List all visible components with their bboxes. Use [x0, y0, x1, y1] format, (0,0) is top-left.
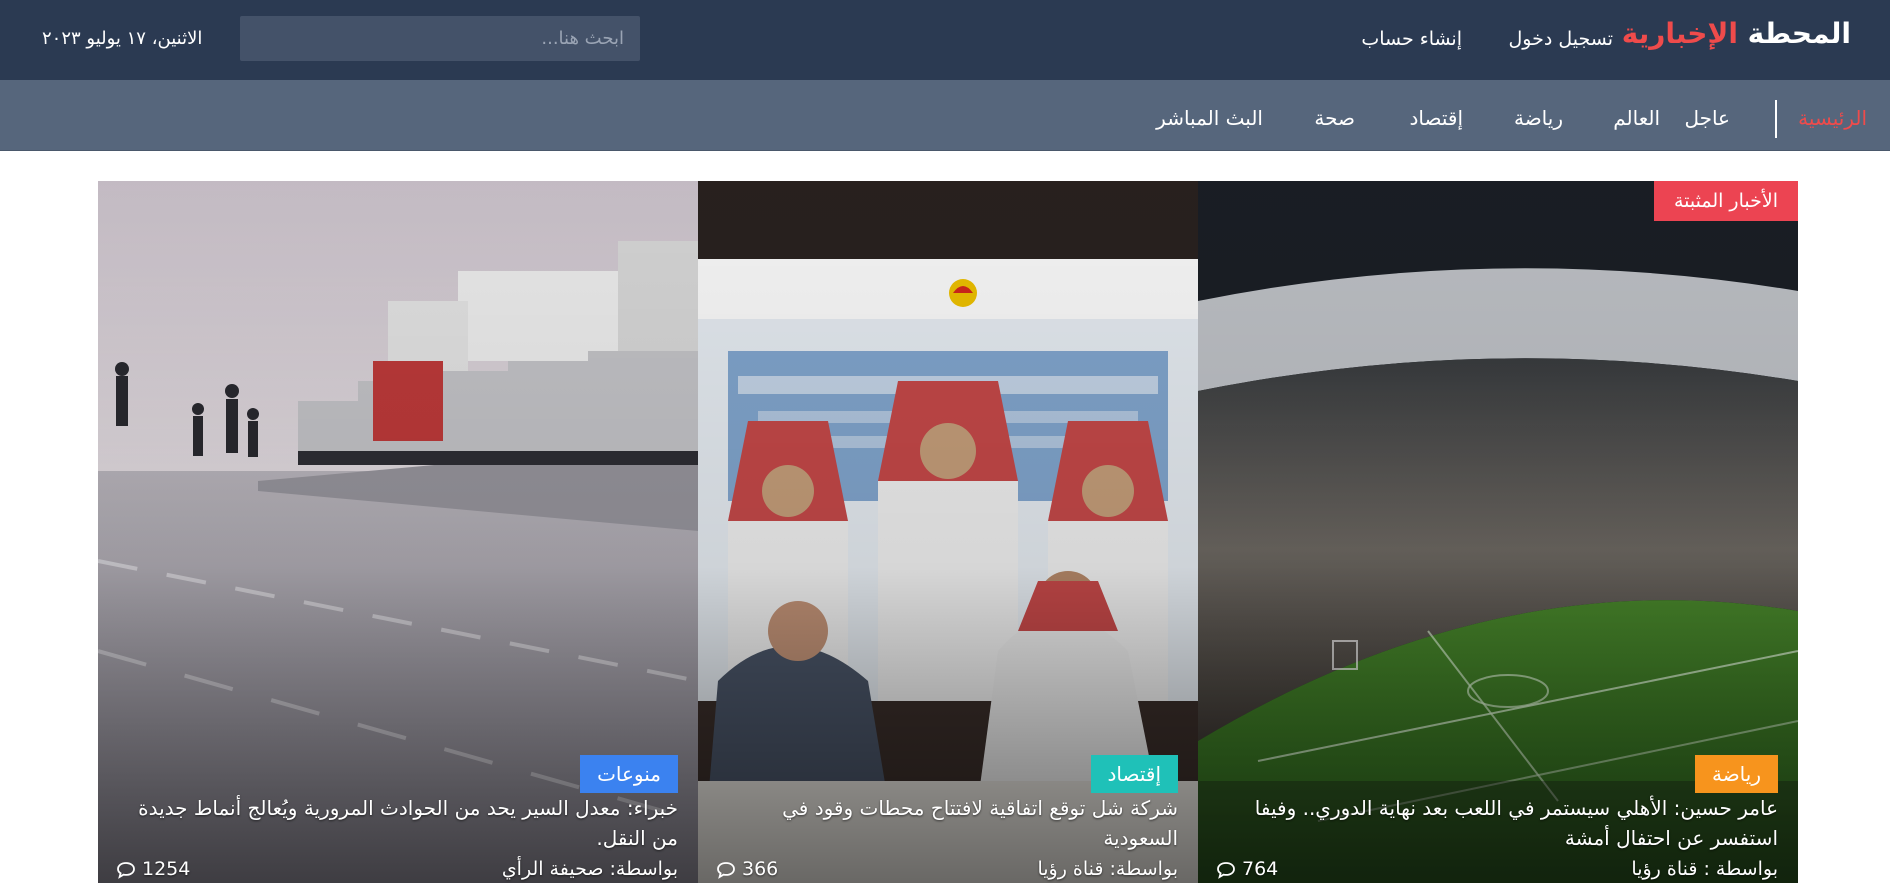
- category-badge-economy[interactable]: إقتصاد: [1090, 755, 1178, 793]
- nav-item-sports[interactable]: رياضة: [1514, 103, 1563, 133]
- news-source: بواسطة: قناة رؤيا: [1037, 858, 1178, 880]
- comment-icon: [717, 861, 735, 879]
- comment-count[interactable]: 366: [716, 854, 778, 883]
- news-card-misc[interactable]: منوعات خبراء: معدل السير يحد من الحوادث …: [98, 181, 698, 883]
- comment-icon: [117, 861, 135, 879]
- featured-news: الأخبار المثبتة رياضة عامر حسين: الأهلي …: [98, 181, 1798, 883]
- nav-item-live-stream[interactable]: البث المباشر: [1156, 103, 1263, 133]
- news-source: بواسطة : قناة رؤيا: [1631, 858, 1778, 880]
- main-nav: [0, 80, 1890, 151]
- category-badge-misc[interactable]: منوعات: [580, 755, 678, 793]
- signup-link[interactable]: إنشاء حساب: [1361, 24, 1462, 54]
- comment-count-value: 1254: [142, 858, 191, 880]
- login-link[interactable]: تسجيل دخول: [1509, 24, 1614, 54]
- news-card-sports[interactable]: الأخبار المثبتة رياضة عامر حسين: الأهلي …: [1198, 181, 1798, 883]
- news-source: بواسطة: صحيفة الرأي: [501, 858, 678, 880]
- search-box: [240, 16, 640, 61]
- site-logo[interactable]: المحطة الإخبارية: [1622, 14, 1851, 54]
- search-input[interactable]: [240, 16, 640, 61]
- nav-item-home[interactable]: الرئيسية: [1798, 103, 1867, 133]
- news-card-economy[interactable]: إقتصاد شركة شل توقع اتفاقية لافتتاح محطا…: [698, 181, 1198, 883]
- pinned-news-badge[interactable]: الأخبار المثبتة: [1653, 181, 1798, 221]
- category-badge-sports[interactable]: رياضة: [1694, 755, 1778, 793]
- nav-item-economy[interactable]: إقتصاد: [1410, 103, 1464, 133]
- comment-count-value: 764: [1242, 858, 1279, 880]
- news-title[interactable]: خبراء: معدل السير يحد من الحوادث المروري…: [118, 793, 678, 853]
- comment-count[interactable]: 764: [1216, 854, 1278, 883]
- news-title[interactable]: شركة شل توقع اتفاقية لافتتاح محطات وقود …: [738, 793, 1178, 853]
- comment-count[interactable]: 1254: [116, 854, 190, 883]
- nav-item-world[interactable]: العالم: [1613, 103, 1660, 133]
- nav-item-breaking[interactable]: عاجل: [1684, 103, 1730, 133]
- top-header: المحطة الإخبارية تسجيل دخول إنشاء حساب ا…: [0, 0, 1890, 80]
- comment-icon: [1217, 861, 1235, 879]
- logo-accent-text: الإخبارية: [1621, 17, 1738, 50]
- logo-main-text: المحطة: [1747, 17, 1851, 50]
- nav-divider: [1775, 100, 1777, 138]
- news-title[interactable]: عامر حسين: الأهلي سيستمر في اللعب بعد نه…: [1218, 793, 1778, 853]
- nav-item-health[interactable]: صحة: [1314, 103, 1355, 133]
- header-date: الاثنين، ١٧ يوليو ٢٠٢٣: [42, 28, 203, 49]
- comment-count-value: 366: [742, 858, 779, 880]
